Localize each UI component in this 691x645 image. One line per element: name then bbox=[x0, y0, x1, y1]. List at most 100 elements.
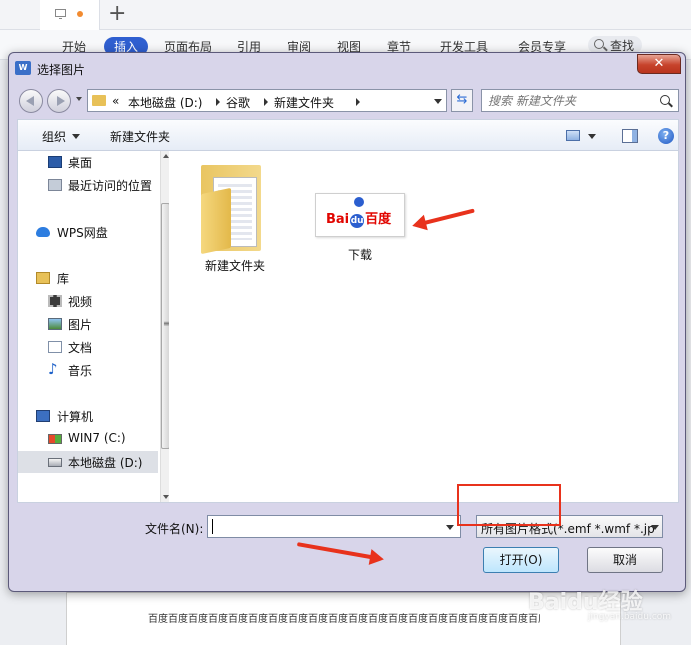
computer-icon bbox=[36, 410, 50, 422]
nav-pictures-label: 图片 bbox=[68, 318, 93, 332]
cloud-icon bbox=[36, 227, 50, 237]
nav-libraries-label: 库 bbox=[57, 272, 70, 286]
search-box[interactable] bbox=[481, 89, 679, 112]
dialog-title: 选择图片 bbox=[37, 63, 86, 77]
watermark-sub: jingyan.baidu.com bbox=[588, 612, 672, 622]
open-button-highlight bbox=[457, 484, 561, 526]
breadcrumb-drive-d[interactable]: 本地磁盘 (D:) bbox=[128, 94, 202, 111]
preview-pane-icon[interactable] bbox=[622, 129, 638, 143]
app-tab-bar: + bbox=[0, 0, 691, 30]
nav-videos[interactable]: 视频 bbox=[18, 290, 158, 312]
baidu-logo: Bai du 百度 bbox=[326, 208, 391, 228]
nav-computer[interactable]: 计算机 bbox=[18, 405, 158, 427]
address-row: « 本地磁盘 (D:) 谷歌 新建文件夹 ⇆ bbox=[9, 83, 685, 117]
chevron-down-icon[interactable] bbox=[446, 525, 454, 530]
chevron-down-icon bbox=[651, 525, 659, 530]
breadcrumb-chevron-icon[interactable] bbox=[264, 98, 268, 106]
nav-drive-c[interactable]: WIN7 (C:) bbox=[18, 428, 158, 450]
document-tab[interactable] bbox=[40, 0, 100, 30]
breadcrumb-chevron-icon[interactable] bbox=[216, 98, 220, 106]
nav-recent-places[interactable]: 最近访问的位置 bbox=[18, 174, 158, 196]
monitor-icon bbox=[55, 9, 66, 19]
nav-computer-label: 计算机 bbox=[57, 410, 94, 424]
new-folder-button[interactable]: 新建文件夹 bbox=[110, 128, 170, 145]
refresh-button[interactable]: ⇆ bbox=[451, 89, 473, 112]
filename-input[interactable] bbox=[212, 518, 432, 535]
folder-front-icon bbox=[201, 187, 231, 255]
baidu-watermark: Baidu经验 jingyan.baidu.com bbox=[528, 584, 671, 622]
nav-drive-d-label: 本地磁盘 (D:) bbox=[68, 456, 143, 470]
address-dropdown-icon[interactable] bbox=[434, 99, 442, 104]
nav-documents[interactable]: 文档 bbox=[18, 336, 158, 358]
breadcrumb-overflow[interactable]: « bbox=[112, 94, 119, 108]
forward-arrow-icon bbox=[57, 96, 65, 106]
select-image-dialog: W 选择图片 ✕ « 本地磁盘 (D:) 谷歌 新建文件夹 ⇆ 组织 新建文件夹 bbox=[8, 52, 686, 592]
breadcrumb-google[interactable]: 谷歌 bbox=[226, 94, 250, 111]
file-item-image[interactable]: Bai du 百度 下载 bbox=[315, 193, 405, 273]
breadcrumb-chevron-icon[interactable] bbox=[356, 98, 360, 106]
nav-music-label: 音乐 bbox=[68, 364, 93, 378]
view-mode-dropdown-icon[interactable] bbox=[588, 134, 596, 139]
logo-part-bai: Bai bbox=[326, 212, 350, 227]
filename-combobox[interactable] bbox=[207, 515, 461, 538]
baidu-paw-icon bbox=[354, 197, 364, 207]
nav-recent-label: 最近访问的位置 bbox=[68, 179, 153, 193]
breadcrumb-new-folder[interactable]: 新建文件夹 bbox=[274, 94, 334, 111]
document-text: 百度百度百度百度百度百度百度百度百度百度百度百度百度百度百度百度百度百度百度百度… bbox=[148, 614, 540, 625]
search-input[interactable] bbox=[488, 92, 656, 109]
address-bar[interactable]: « 本地磁盘 (D:) 谷歌 新建文件夹 bbox=[87, 89, 447, 112]
windows-drive-icon bbox=[48, 434, 62, 444]
picture-icon bbox=[48, 318, 62, 330]
nav-wps-cloud[interactable]: WPS网盘 bbox=[18, 221, 158, 243]
nav-music[interactable]: 音乐 bbox=[18, 359, 158, 381]
nav-documents-label: 文档 bbox=[68, 341, 93, 355]
filename-label: 文件名(N): bbox=[145, 522, 204, 536]
file-item-folder[interactable]: 新建文件夹 bbox=[193, 161, 277, 273]
wps-writer-icon: W bbox=[15, 61, 31, 75]
navigation-pane: 桌面 最近访问的位置 WPS网盘 库 视频 图片 文档 音乐 bbox=[17, 151, 169, 503]
nav-scrollbar[interactable]: ≡ bbox=[160, 151, 169, 502]
search-icon bbox=[594, 39, 604, 49]
desktop-icon bbox=[48, 156, 62, 168]
new-tab-plus-icon[interactable]: + bbox=[108, 1, 126, 27]
back-button[interactable] bbox=[19, 89, 43, 113]
forward-button[interactable] bbox=[47, 89, 71, 113]
recent-pages-dropdown[interactable] bbox=[76, 97, 82, 101]
document-icon bbox=[48, 341, 62, 353]
nav-drive-d[interactable]: 本地磁盘 (D:) bbox=[18, 451, 158, 473]
close-button[interactable]: ✕ bbox=[637, 54, 681, 74]
nav-desktop[interactable]: 桌面 bbox=[18, 151, 158, 173]
library-icon bbox=[36, 272, 50, 284]
nav-wps-cloud-label: WPS网盘 bbox=[57, 226, 108, 240]
video-icon bbox=[48, 295, 62, 307]
nav-pictures[interactable]: 图片 bbox=[18, 313, 158, 335]
file-list: 新建文件夹 Bai du 百度 下载 bbox=[169, 151, 679, 503]
hard-drive-icon bbox=[48, 458, 62, 467]
view-mode-icon[interactable] bbox=[566, 130, 580, 141]
organize-label: 组织 bbox=[42, 130, 67, 144]
file-item-image-label: 下载 bbox=[347, 248, 372, 262]
unsaved-dot-icon bbox=[77, 11, 83, 17]
command-toolbar: 组织 新建文件夹 ? bbox=[17, 119, 679, 151]
folder-icon bbox=[92, 95, 106, 106]
back-arrow-icon bbox=[26, 96, 34, 106]
dialog-footer: 文件名(N): 所有图片格式(*.emf *.wmf *.jp 打开(O) 取消 bbox=[9, 505, 685, 591]
file-item-folder-label: 新建文件夹 bbox=[204, 259, 265, 273]
music-note-icon bbox=[48, 360, 62, 378]
help-icon[interactable]: ? bbox=[658, 128, 674, 144]
ribbon-search-label: 查找 bbox=[610, 39, 635, 53]
cancel-button[interactable]: 取消 bbox=[587, 547, 663, 573]
nav-libraries[interactable]: 库 bbox=[18, 267, 158, 289]
nav-desktop-label: 桌面 bbox=[68, 156, 93, 170]
logo-part-baidu-cn: 百度 bbox=[365, 212, 392, 227]
image-thumbnail: Bai du 百度 bbox=[315, 193, 405, 237]
open-button[interactable]: 打开(O) bbox=[483, 547, 559, 573]
recent-places-icon bbox=[48, 179, 62, 191]
nav-videos-label: 视频 bbox=[68, 295, 93, 309]
organize-button[interactable]: 组织 bbox=[42, 128, 81, 145]
dialog-title-bar[interactable]: W 选择图片 ✕ bbox=[9, 53, 685, 83]
search-icon bbox=[660, 95, 670, 105]
nav-drive-c-label: WIN7 (C:) bbox=[68, 431, 126, 445]
scrollbar-thumb[interactable]: ≡ bbox=[161, 203, 169, 449]
logo-part-du: du bbox=[350, 214, 365, 228]
